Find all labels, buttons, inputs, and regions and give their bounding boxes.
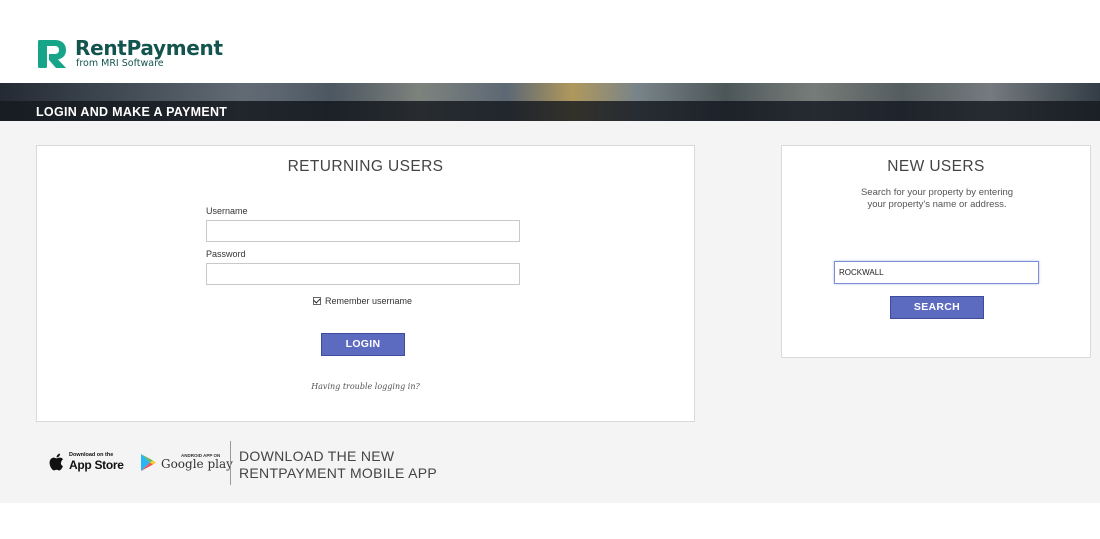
login-button[interactable]: LOGIN	[321, 333, 405, 356]
page-title: LOGIN AND MAKE A PAYMENT	[36, 105, 228, 119]
property-search-input[interactable]	[834, 261, 1039, 284]
search-button[interactable]: SEARCH	[890, 296, 984, 319]
banner-image	[0, 83, 1100, 101]
rentpayment-logo-icon	[38, 40, 66, 68]
remember-username-row[interactable]: Remember username	[313, 296, 412, 306]
returning-users-panel: RETURNING USERS Username Password Rememb…	[36, 145, 695, 422]
rentpayment-logo[interactable]: RentPayment from MRI Software	[36, 38, 223, 70]
download-app-promo: DOWNLOAD THE NEW RENTPAYMENT MOBILE APP	[239, 448, 437, 482]
new-users-description: Search for your property by entering you…	[860, 187, 1014, 210]
returning-users-heading: RETURNING USERS	[287, 158, 444, 175]
remember-username-checkbox[interactable]	[313, 297, 321, 305]
google-play-icon	[141, 454, 156, 471]
mobile-app-section: Download on the App Store ANDROID APP ON…	[0, 441, 700, 491]
apple-icon	[49, 453, 64, 471]
username-label: Username	[206, 206, 248, 216]
trouble-logging-in-link[interactable]: Having trouble logging in?	[37, 382, 694, 391]
username-input[interactable]	[206, 220, 520, 242]
site-header: RentPayment from MRI Software	[0, 0, 1100, 83]
app-store-badge[interactable]: Download on the App Store	[48, 452, 124, 472]
brand-name: RentPayment	[75, 36, 223, 60]
google-play-big-text: Google play	[161, 457, 233, 472]
brand-subtitle: from MRI Software	[76, 58, 164, 69]
remember-username-label[interactable]: Remember username	[325, 296, 412, 306]
password-input[interactable]	[206, 263, 520, 285]
new-users-panel: NEW USERS Search for your property by en…	[781, 145, 1091, 358]
app-section-divider	[230, 441, 231, 485]
promo-line-1: DOWNLOAD THE NEW	[239, 448, 395, 464]
app-store-big-text: App Store	[69, 457, 124, 472]
page-banner: LOGIN AND MAKE A PAYMENT	[0, 83, 1100, 121]
password-label: Password	[206, 249, 246, 259]
main-content: RETURNING USERS Username Password Rememb…	[0, 121, 1100, 503]
promo-line-2: RENTPAYMENT MOBILE APP	[239, 465, 437, 481]
new-users-heading: NEW USERS	[887, 158, 985, 175]
google-play-badge[interactable]: ANDROID APP ON Google play	[140, 453, 233, 472]
page-footer	[0, 503, 1100, 539]
